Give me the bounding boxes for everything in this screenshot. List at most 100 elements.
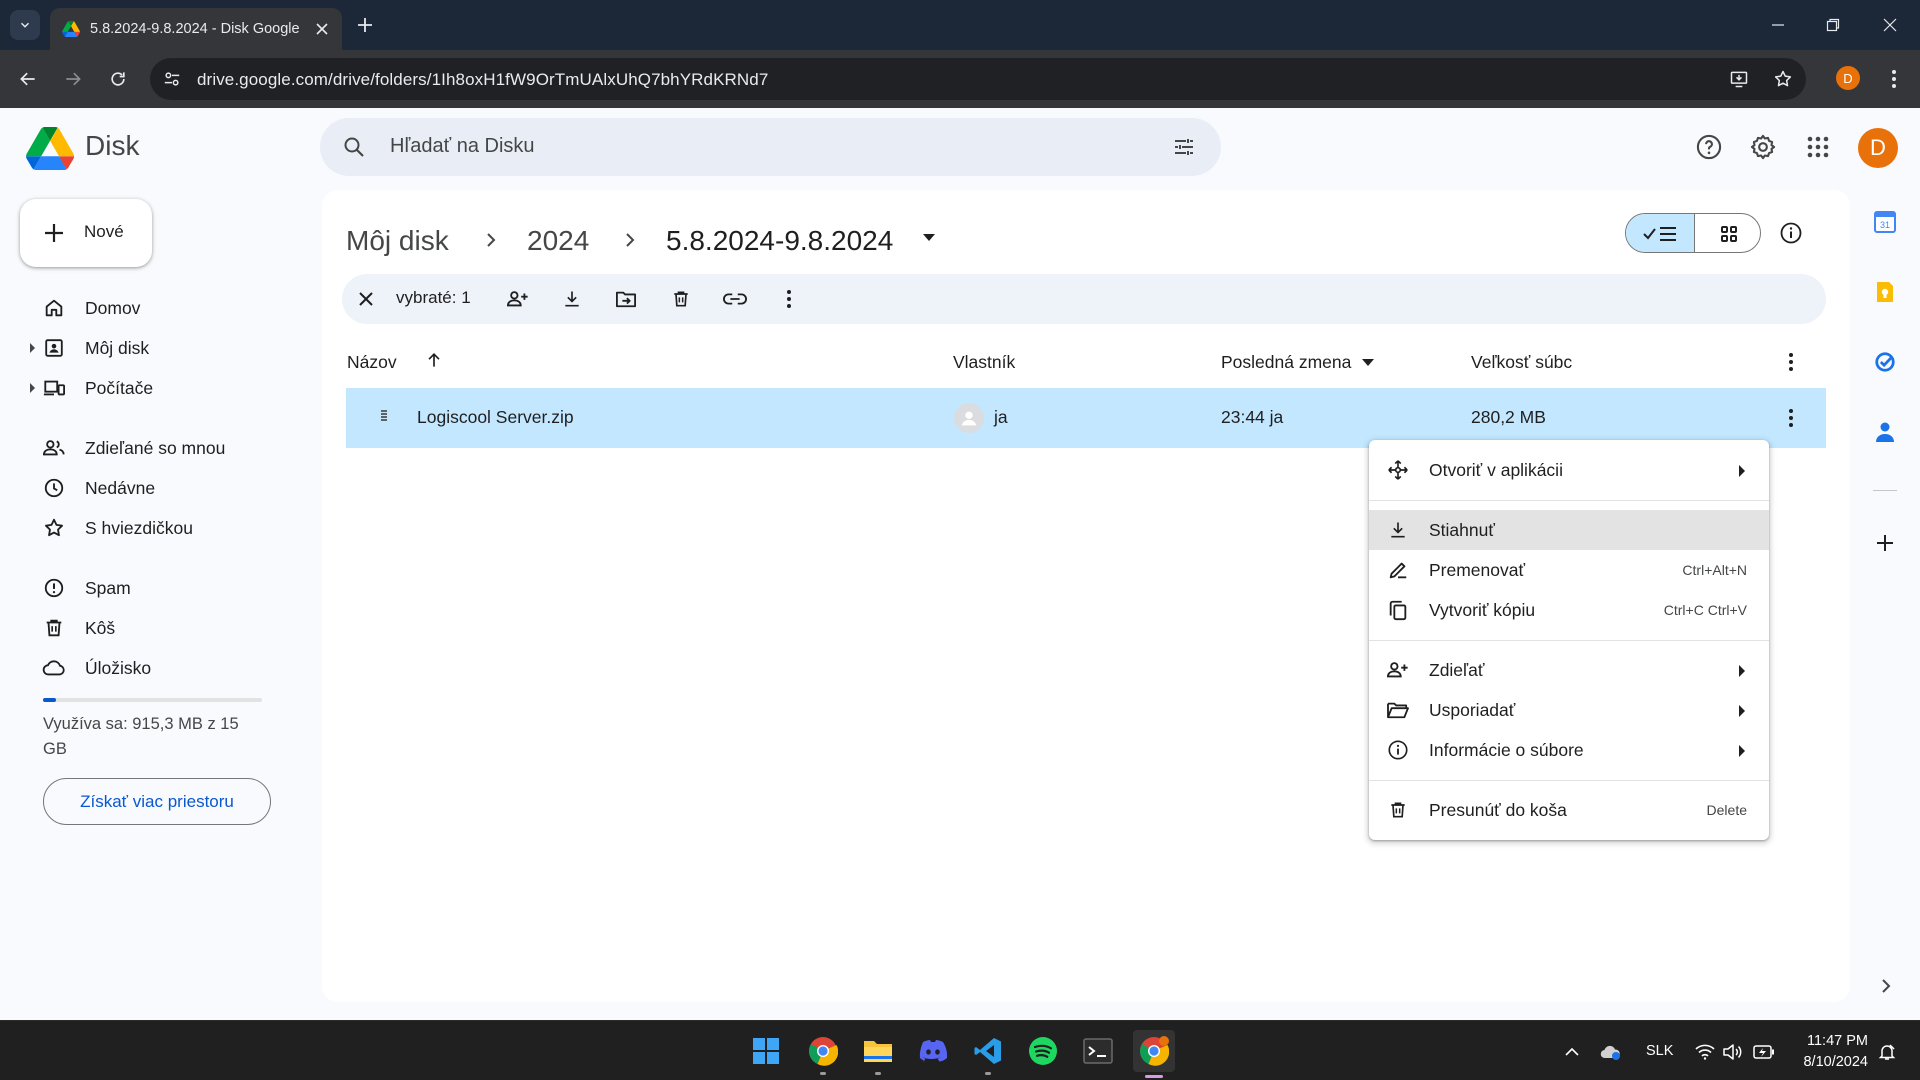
terminal-icon[interactable]: [1080, 1033, 1116, 1069]
sidebar-item-label: Domov: [85, 298, 141, 318]
onedrive-icon[interactable]: [1600, 1041, 1622, 1063]
window-close-icon[interactable]: [1878, 13, 1902, 37]
folder-menu-caret-icon[interactable]: [922, 230, 936, 244]
column-header-modified[interactable]: Posledná zmena: [1221, 352, 1351, 373]
help-icon[interactable]: [1693, 131, 1725, 163]
dropdown-caret-icon[interactable]: [1362, 359, 1374, 366]
reload-icon[interactable]: [103, 64, 133, 94]
sort-ascending-icon[interactable]: [424, 350, 444, 370]
tab-list-icon[interactable]: [10, 10, 40, 40]
address-bar[interactable]: drive.google.com/drive/folders/1Ih8oxH1f…: [150, 58, 1806, 100]
menu-item-open-with[interactable]: Otvoriť v aplikácii: [1369, 450, 1769, 490]
more-vert-icon[interactable]: [777, 287, 801, 311]
notification-bell-icon[interactable]: [1876, 1041, 1898, 1063]
search-icon[interactable]: [342, 135, 366, 159]
sidebar-item-storage[interactable]: Úložisko: [30, 650, 290, 686]
new-button[interactable]: Nové: [20, 199, 152, 267]
chrome-icon[interactable]: [805, 1033, 841, 1075]
get-more-storage-button[interactable]: Získať viac priestoru: [43, 778, 271, 825]
more-vert-icon[interactable]: [1778, 349, 1804, 375]
row-more-vert-icon[interactable]: [1778, 405, 1804, 431]
table-row[interactable]: Logiscool Server.zip ja 23:44 ja 280,2 M…: [346, 388, 1826, 448]
install-app-icon[interactable]: [1728, 68, 1750, 90]
menu-item-make-copy[interactable]: Vytvoriť kópiu Ctrl+C Ctrl+V: [1369, 590, 1769, 630]
sidebar-item-recent[interactable]: Nedávne: [30, 470, 290, 506]
contacts-icon[interactable]: [1873, 420, 1897, 444]
move-to-folder-icon[interactable]: [614, 287, 638, 311]
spotify-icon[interactable]: [1025, 1033, 1061, 1069]
share-icon[interactable]: [506, 287, 530, 311]
add-addon-icon[interactable]: [1873, 531, 1897, 555]
column-header-owner[interactable]: Vlastník: [953, 352, 1015, 373]
new-tab-icon[interactable]: [352, 12, 378, 38]
account-avatar[interactable]: D: [1858, 128, 1898, 168]
home-icon: [42, 296, 66, 320]
browser-profile-avatar[interactable]: D: [1836, 66, 1860, 90]
active-indicator: [1145, 1075, 1163, 1078]
search-input[interactable]: Hľadať na Disku: [390, 135, 535, 158]
column-header-name[interactable]: Názov: [347, 352, 397, 373]
sidebar-item-starred[interactable]: S hviezdičkou: [30, 510, 290, 546]
discord-icon[interactable]: [915, 1033, 951, 1069]
list-view-icon[interactable]: [1626, 214, 1694, 252]
file-explorer-icon[interactable]: [860, 1033, 896, 1075]
chrome-profile-icon[interactable]: [1133, 1030, 1175, 1078]
wifi-icon[interactable]: [1694, 1041, 1716, 1063]
menu-item-organize[interactable]: Usporiadať: [1369, 690, 1769, 730]
breadcrumb-current-folder[interactable]: 5.8.2024-9.8.2024: [666, 225, 893, 257]
expand-caret-icon[interactable]: [30, 343, 35, 353]
bookmark-star-icon[interactable]: [1772, 68, 1794, 90]
expand-caret-icon[interactable]: [30, 383, 35, 393]
menu-item-download[interactable]: Stiahnuť: [1369, 510, 1769, 550]
sidebar-item-spam[interactable]: Spam: [30, 570, 290, 606]
file-size: 280,2 MB: [1471, 407, 1546, 427]
drive-logo[interactable]: [26, 127, 74, 170]
link-icon[interactable]: [723, 287, 747, 311]
breadcrumb-my-drive[interactable]: Môj disk: [346, 225, 449, 257]
search-bar[interactable]: Hľadať na Disku: [320, 118, 1221, 176]
sidebar-item-my-drive[interactable]: Môj disk: [30, 330, 290, 366]
chevron-up-icon[interactable]: [1561, 1041, 1583, 1063]
windows-start-icon[interactable]: [748, 1033, 784, 1069]
settings-icon[interactable]: [1747, 131, 1779, 163]
column-header-size[interactable]: Veľkosť súbc: [1471, 352, 1575, 373]
minimize-icon[interactable]: [1766, 13, 1790, 37]
vscode-icon[interactable]: [970, 1033, 1006, 1075]
apps-grid-icon[interactable]: [1802, 131, 1834, 163]
clock-time[interactable]: 11:47 PM: [1802, 1033, 1868, 1049]
back-icon[interactable]: [13, 64, 43, 94]
menu-item-share[interactable]: Zdieľať: [1369, 650, 1769, 690]
sidebar-item-home[interactable]: Domov: [30, 290, 290, 326]
browser-menu-icon[interactable]: [1879, 64, 1909, 94]
sidebar-item-computers[interactable]: Počítače: [30, 370, 290, 406]
search-options-icon[interactable]: [1172, 135, 1196, 159]
sidebar-item-trash[interactable]: Kôš: [30, 610, 290, 646]
download-icon[interactable]: [560, 287, 584, 311]
maximize-icon[interactable]: [1821, 13, 1845, 37]
input-language[interactable]: SLK: [1646, 1043, 1673, 1059]
info-icon[interactable]: [1778, 220, 1804, 246]
volume-icon[interactable]: [1722, 1041, 1744, 1063]
sidebar-item-shared[interactable]: Zdieľané so mnou: [30, 430, 290, 466]
sidebar-item-label: Kôš: [85, 618, 116, 638]
battery-icon[interactable]: [1753, 1041, 1775, 1063]
app-name[interactable]: Disk: [85, 130, 139, 162]
menu-item-label: Informácie o súbore: [1429, 740, 1584, 760]
menu-item-rename[interactable]: Premenovať Ctrl+Alt+N: [1369, 550, 1769, 590]
clock-date[interactable]: 8/10/2024: [1790, 1054, 1868, 1070]
breadcrumb-2024[interactable]: 2024: [527, 225, 589, 257]
site-info-icon[interactable]: [162, 69, 182, 89]
calendar-icon[interactable]: 31: [1873, 210, 1897, 234]
grid-view-icon[interactable]: [1694, 214, 1760, 252]
forward-icon[interactable]: [58, 64, 88, 94]
chevron-right-icon[interactable]: [1876, 976, 1896, 996]
trash-icon[interactable]: [669, 287, 693, 311]
menu-item-move-to-trash[interactable]: Presunúť do koša Delete: [1369, 790, 1769, 830]
browser-tab[interactable]: 5.8.2024-9.8.2024 - Disk Google: [50, 8, 342, 50]
tasks-icon[interactable]: [1873, 350, 1897, 374]
tab-close-icon[interactable]: [312, 19, 332, 39]
menu-item-file-info[interactable]: Informácie o súbore: [1369, 730, 1769, 770]
sidebar-item-label: Zdieľané so mnou: [85, 438, 226, 458]
keep-icon[interactable]: [1873, 280, 1897, 304]
clear-selection-icon[interactable]: [354, 287, 378, 311]
